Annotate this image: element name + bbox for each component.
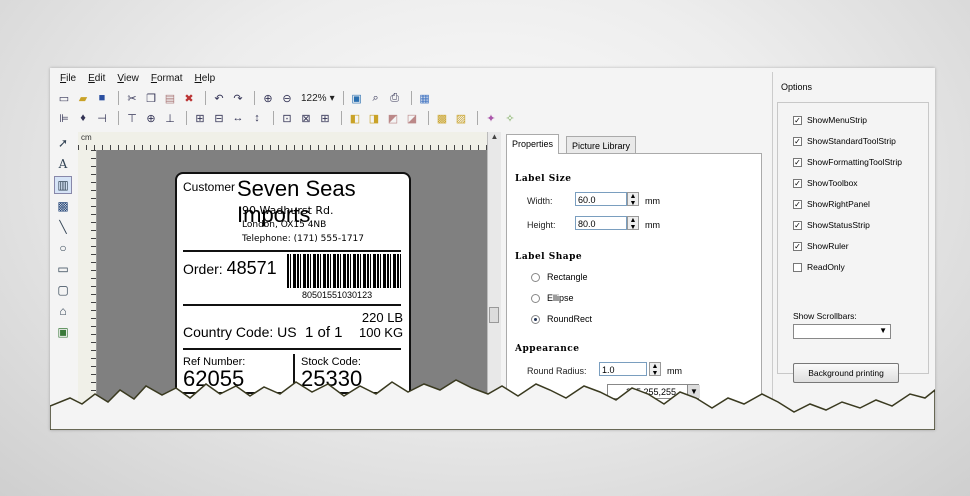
torn-edge-shape: [50, 379, 935, 430]
application-window: File Edit View Format Help ▭ ▰ ■ ✂ ❐ ▤ ✖…: [50, 68, 935, 430]
tab-properties[interactable]: Properties: [506, 134, 560, 154]
torn-edge-effect: [50, 379, 935, 430]
